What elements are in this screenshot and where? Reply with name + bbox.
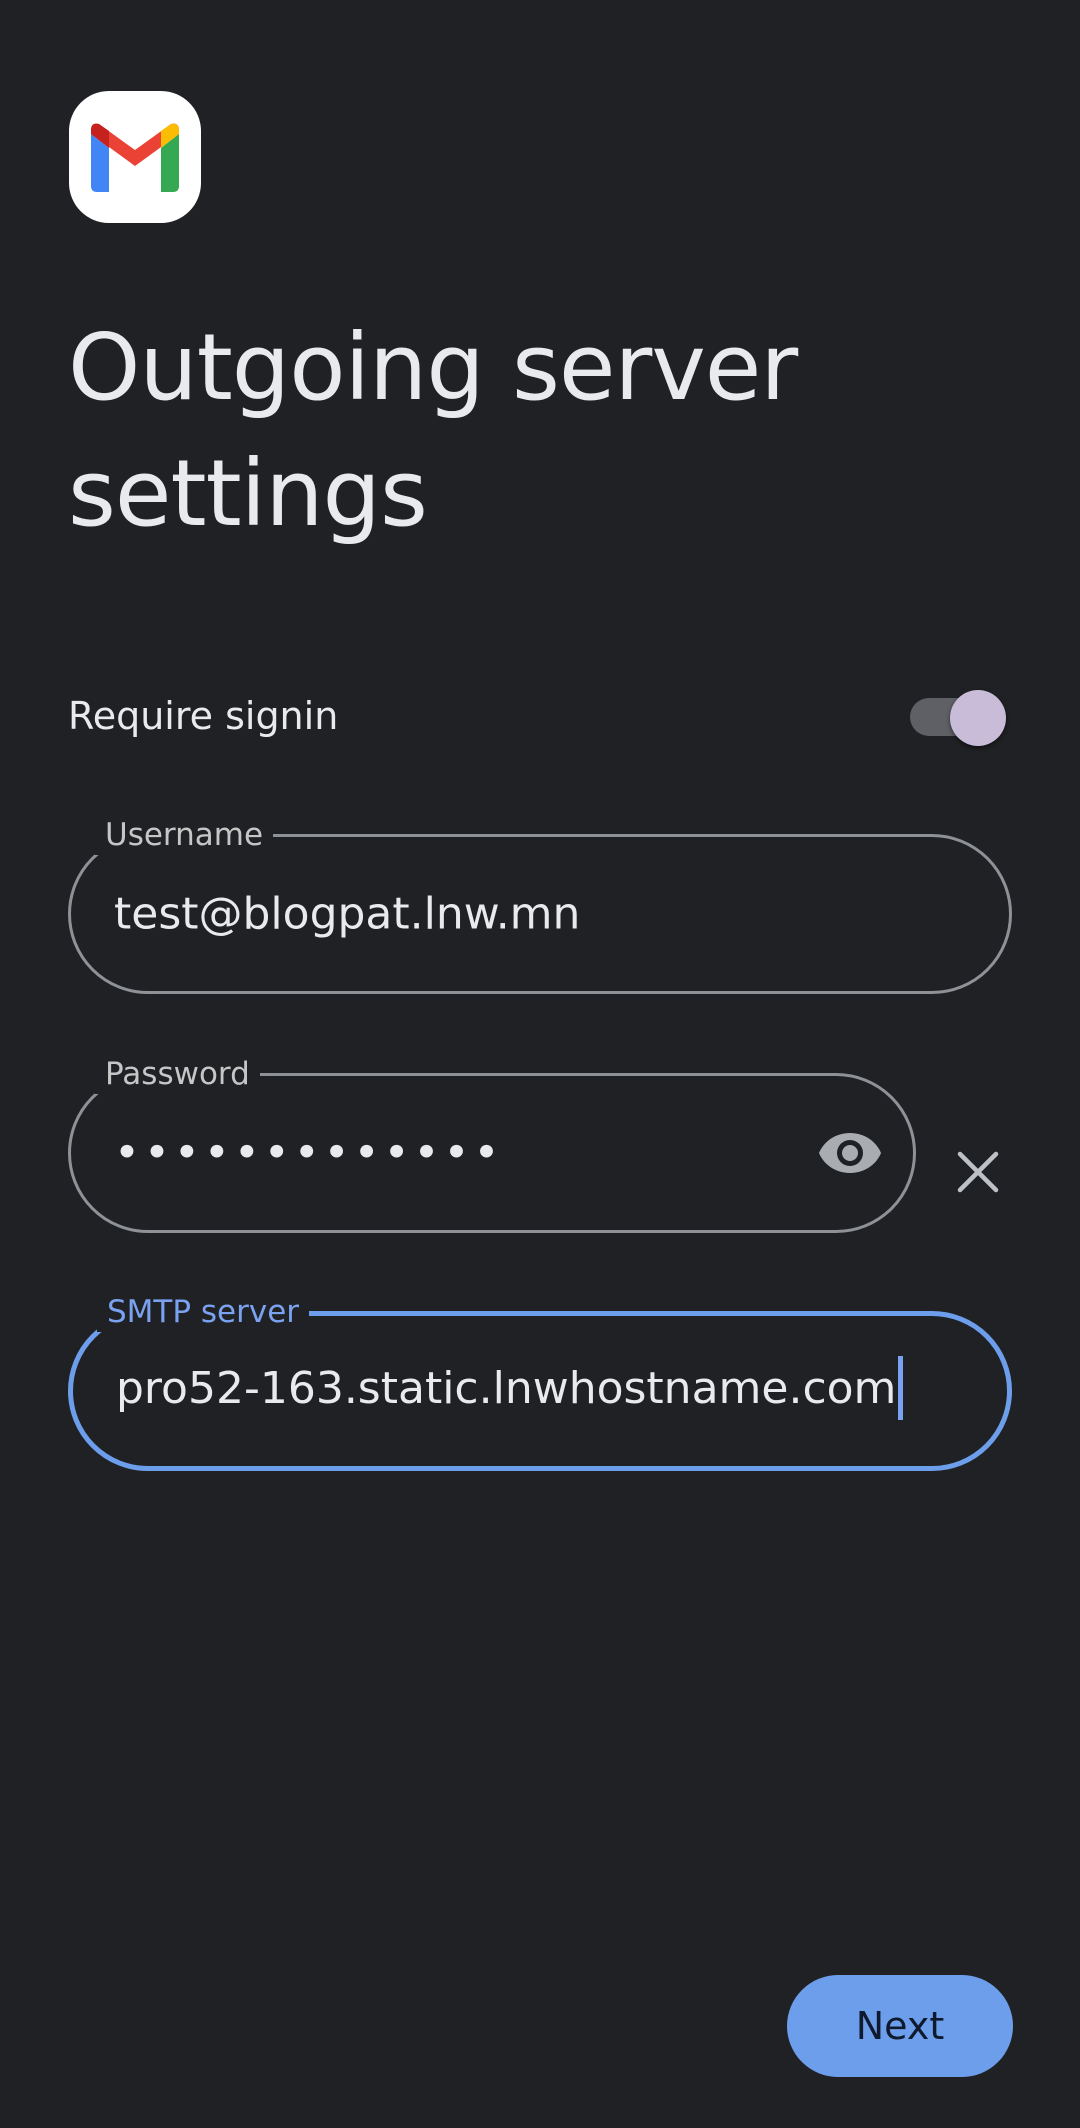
password-field[interactable]: Password •••••••••••••	[68, 1054, 916, 1233]
require-signin-label: Require signin	[68, 694, 339, 738]
username-label: Username	[95, 815, 274, 855]
show-password-button[interactable]	[817, 1128, 883, 1178]
username-value: test@blogpat.lnw.mn	[114, 888, 581, 940]
smtp-server-label: SMTP server	[97, 1292, 310, 1332]
text-cursor	[898, 1356, 904, 1420]
smtp-server-field[interactable]: SMTP server pro52-163.static.lnwhostname…	[68, 1292, 1012, 1471]
require-signin-toggle[interactable]	[910, 690, 1006, 746]
next-button[interactable]: Next	[787, 1975, 1013, 2077]
eye-icon	[819, 1133, 881, 1173]
password-label: Password	[95, 1054, 260, 1094]
page-title: Outgoing server settings	[68, 314, 798, 547]
toggle-thumb	[950, 690, 1006, 746]
clear-password-button[interactable]	[950, 1144, 1006, 1200]
smtp-server-value-wrap: pro52-163.static.lnwhostname.com	[116, 1356, 904, 1423]
password-value: •••••••••••••	[114, 1127, 504, 1179]
gmail-logo-icon	[91, 123, 179, 192]
close-icon	[957, 1151, 999, 1193]
gmail-logo	[69, 91, 201, 223]
username-field[interactable]: Username test@blogpat.lnw.mn	[68, 815, 1012, 994]
smtp-server-value: pro52-163.static.lnwhostname.com	[116, 1363, 897, 1414]
require-signin-row: Require signin	[68, 690, 1008, 746]
